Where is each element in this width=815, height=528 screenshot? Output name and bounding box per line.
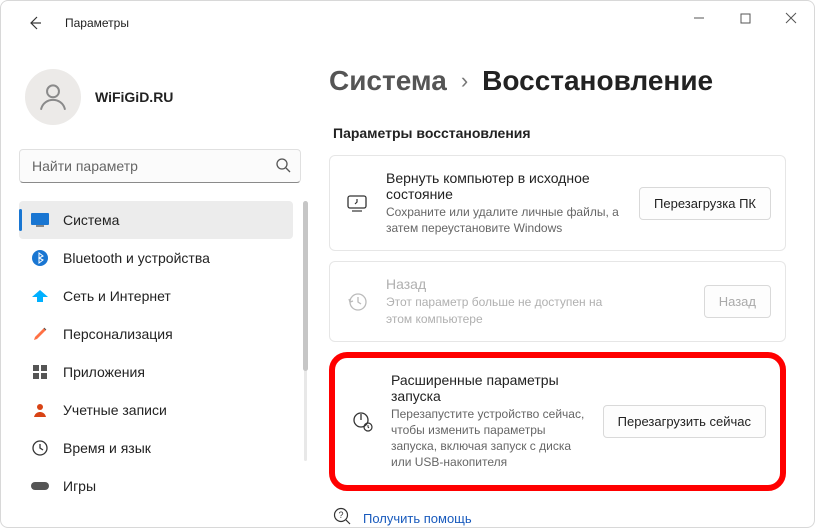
search-wrap bbox=[19, 149, 301, 183]
section-title: Параметры восстановления bbox=[333, 125, 786, 141]
reset-icon bbox=[344, 193, 370, 213]
window-title: Параметры bbox=[65, 16, 129, 30]
search-icon bbox=[275, 157, 291, 178]
sidebar-item-label: Система bbox=[63, 212, 119, 228]
games-icon bbox=[31, 477, 49, 495]
card-title: Назад bbox=[386, 276, 688, 292]
search-input[interactable] bbox=[19, 149, 301, 183]
avatar bbox=[25, 69, 81, 125]
card-desc: Перезапустите устройство сейчас, чтобы и… bbox=[391, 406, 587, 471]
svg-text:?: ? bbox=[338, 510, 343, 520]
power-settings-icon bbox=[349, 410, 375, 432]
window-controls bbox=[676, 1, 814, 35]
card-title: Вернуть компьютер в исходное состояние bbox=[386, 170, 623, 202]
card-go-back: Назад Этот параметр больше не доступен н… bbox=[329, 261, 786, 341]
sidebar-item-label: Приложения bbox=[63, 364, 145, 380]
card-reset-pc: Вернуть компьютер в исходное состояние С… bbox=[329, 155, 786, 251]
annotation-highlight: Расширенные параметры запуска Перезапуст… bbox=[329, 352, 786, 491]
back-button[interactable] bbox=[19, 7, 51, 39]
sidebar-item-games[interactable]: Игры bbox=[19, 467, 293, 505]
help-icon: ? bbox=[333, 507, 351, 528]
user-row[interactable]: WiFiGiD.RU bbox=[19, 55, 309, 147]
bluetooth-icon bbox=[31, 249, 49, 267]
maximize-button[interactable] bbox=[722, 1, 768, 35]
restart-now-button[interactable]: Перезагрузить сейчас bbox=[603, 405, 766, 438]
apps-icon bbox=[31, 363, 49, 381]
history-icon bbox=[344, 291, 370, 313]
sidebar: WiFiGiD.RU Система Bluetooth и устройств… bbox=[1, 45, 309, 527]
card-desc: Этот параметр больше не доступен на этом… bbox=[386, 294, 626, 326]
maximize-icon bbox=[740, 13, 751, 24]
help-link[interactable]: Получить помощь bbox=[363, 511, 472, 526]
sidebar-item-accounts[interactable]: Учетные записи bbox=[19, 391, 293, 429]
reset-pc-button[interactable]: Перезагрузка ПК bbox=[639, 187, 771, 220]
sidebar-item-personalization[interactable]: Персонализация bbox=[19, 315, 293, 353]
close-button[interactable] bbox=[768, 1, 814, 35]
breadcrumb-parent[interactable]: Система bbox=[329, 65, 447, 97]
settings-window: Параметры WiFiGiD.RU bbox=[0, 0, 815, 528]
sidebar-item-bluetooth[interactable]: Bluetooth и устройства bbox=[19, 239, 293, 277]
sidebar-item-label: Сеть и Интернет bbox=[63, 288, 171, 304]
close-icon bbox=[785, 12, 797, 24]
sidebar-item-time[interactable]: Время и язык bbox=[19, 429, 293, 467]
card-advanced-startup: Расширенные параметры запуска Перезапуст… bbox=[345, 368, 770, 475]
clock-icon bbox=[31, 439, 49, 457]
minimize-button[interactable] bbox=[676, 1, 722, 35]
breadcrumb: Система › Восстановление bbox=[329, 65, 786, 97]
main-content: Система › Восстановление Параметры восст… bbox=[309, 45, 814, 527]
card-title: Расширенные параметры запуска bbox=[391, 372, 587, 404]
arrow-left-icon bbox=[27, 15, 43, 31]
go-back-button: Назад bbox=[704, 285, 771, 318]
sidebar-item-network[interactable]: Сеть и Интернет bbox=[19, 277, 293, 315]
person-icon bbox=[36, 80, 70, 114]
sidebar-item-apps[interactable]: Приложения bbox=[19, 353, 293, 391]
card-desc: Сохраните или удалите личные файлы, а за… bbox=[386, 204, 623, 236]
help-row[interactable]: ? Получить помощь bbox=[329, 507, 786, 528]
sidebar-item-system[interactable]: Система bbox=[19, 201, 293, 239]
nav-scrollbar-thumb[interactable] bbox=[303, 201, 308, 371]
nav-list: Система Bluetooth и устройства Сеть и Ин… bbox=[19, 201, 309, 527]
display-icon bbox=[31, 211, 49, 229]
breadcrumb-current: Восстановление bbox=[482, 65, 713, 97]
sidebar-item-label: Время и язык bbox=[63, 440, 151, 456]
sidebar-item-label: Персонализация bbox=[63, 326, 173, 342]
minimize-icon bbox=[693, 12, 705, 24]
wifi-icon bbox=[31, 287, 49, 305]
user-name: WiFiGiD.RU bbox=[95, 89, 173, 105]
accounts-icon bbox=[31, 401, 49, 419]
titlebar: Параметры bbox=[1, 1, 814, 45]
sidebar-item-label: Bluetooth и устройства bbox=[63, 250, 210, 266]
sidebar-item-label: Учетные записи bbox=[63, 402, 167, 418]
brush-icon bbox=[31, 325, 49, 343]
chevron-right-icon: › bbox=[461, 68, 468, 94]
sidebar-item-label: Игры bbox=[63, 478, 96, 494]
